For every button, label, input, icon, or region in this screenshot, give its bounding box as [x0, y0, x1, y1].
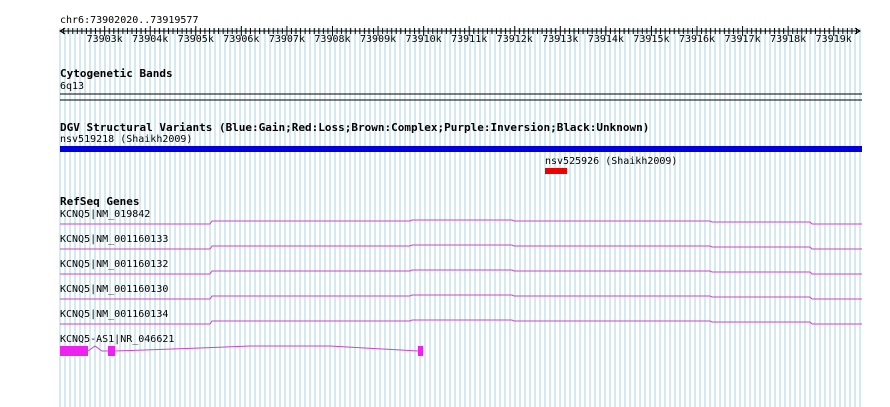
- dgv-variant-label-1[interactable]: nsv519218 (Shaikh2009): [60, 134, 192, 146]
- ruler-tick-label: 73912k: [496, 34, 533, 45]
- ruler-tick-label: 73909k: [359, 34, 397, 45]
- cytoband-label[interactable]: 6q13: [60, 81, 84, 93]
- ruler-tick-label: 73903k: [86, 34, 123, 45]
- ruler-tick-label: 73907k: [268, 34, 305, 45]
- gene-exon[interactable]: [418, 346, 423, 356]
- gene-label[interactable]: KCNQ5|NM_019842: [60, 209, 150, 221]
- ruler-tick-label: 73916k: [678, 34, 716, 45]
- ruler-tick-label: 73904k: [132, 34, 169, 45]
- ruler-tick-label: 73910k: [405, 34, 442, 45]
- ruler-tick-label: 73915k: [633, 34, 670, 45]
- ruler-tick-label: 73919k: [815, 34, 852, 45]
- gene-label[interactable]: KCNQ5|NM_001160132: [60, 259, 168, 271]
- dgv-variant-label-2[interactable]: nsv525926 (Shaikh2009): [545, 156, 677, 168]
- ruler-tick-label: 73905k: [177, 34, 214, 45]
- gene-exon[interactable]: [60, 346, 88, 356]
- ruler-tick-label: 73913k: [542, 34, 579, 45]
- ruler-tick-label: 73911k: [451, 34, 488, 45]
- cytoband-track-title: Cytogenetic Bands: [60, 67, 173, 80]
- refseq-track-title: RefSeq Genes: [60, 195, 140, 208]
- ruler-tick-label: 73914k: [587, 34, 624, 45]
- gene-exon[interactable]: [108, 346, 115, 356]
- dgv-variant-bar-loss[interactable]: [545, 168, 567, 174]
- gene-label[interactable]: KCNQ5|NM_001160134: [60, 309, 168, 321]
- dgv-variant-bar-gain[interactable]: [60, 146, 862, 152]
- ruler-tick-label: 73908k: [314, 34, 351, 45]
- ruler-range-label: chr6:73902020..73919577: [60, 15, 199, 26]
- gene-label[interactable]: KCNQ5-AS1|NR_046621: [60, 334, 174, 346]
- gridlines: [59, 28, 861, 407]
- dgv-track-title: DGV Structural Variants (Blue:Gain;Red:L…: [60, 121, 650, 134]
- gene-label[interactable]: KCNQ5|NM_001160130: [60, 284, 168, 296]
- ruler-tick-label: 73918k: [770, 34, 807, 45]
- ruler-tick-label: 73906k: [223, 34, 260, 45]
- ruler-tick-label: 73917k: [724, 34, 761, 45]
- gene-label[interactable]: KCNQ5|NM_001160133: [60, 234, 168, 246]
